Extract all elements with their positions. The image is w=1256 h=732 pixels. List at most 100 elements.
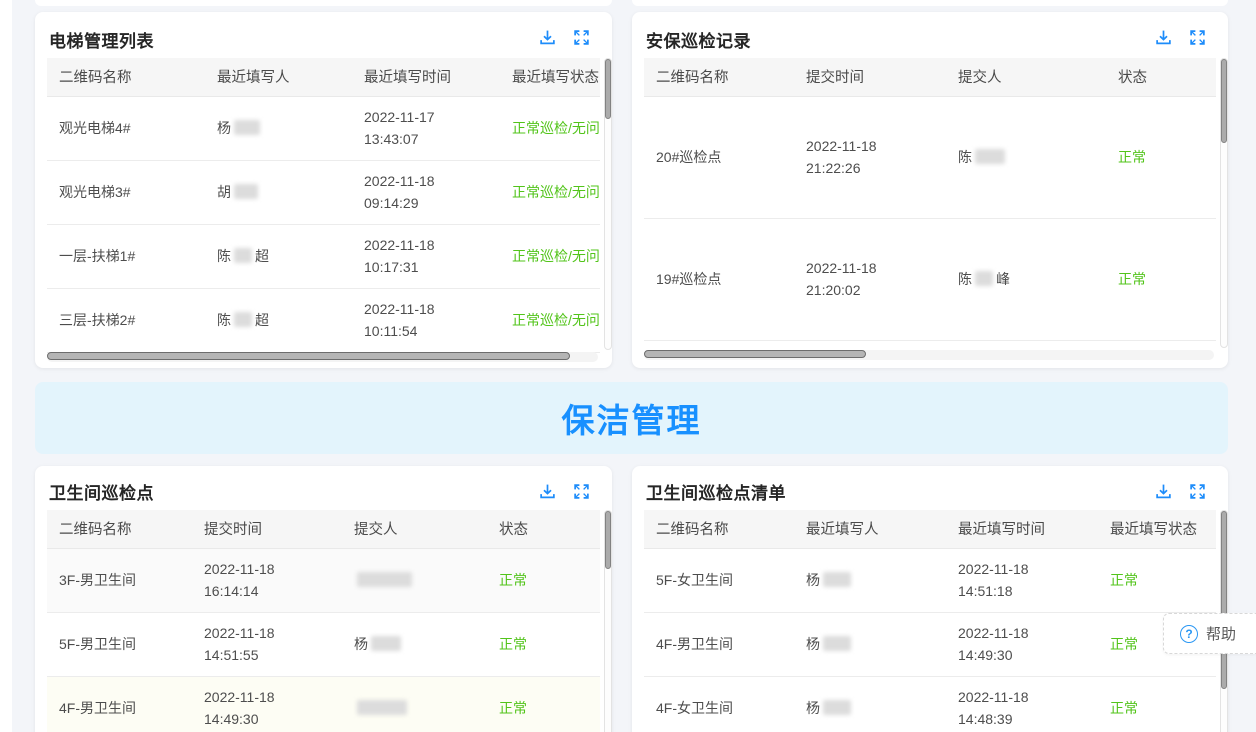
table-row[interactable]: 观光电梯4#杨2022-11-17 13:43:07正常巡检/无问题 <box>47 96 600 160</box>
table-cell: 2022-11-17 13:43:07 <box>352 96 500 160</box>
scrollbar-thumb[interactable] <box>644 350 866 358</box>
table-row[interactable]: 4F-男卫生间2022-11-18 14:49:30正常 <box>47 676 600 732</box>
scrollbar-thumb[interactable] <box>47 352 570 360</box>
dashboard-page: 电梯管理列表 二维码名称最近填写人最近填写时间最近填写状态 观光电梯4#杨202… <box>0 0 1256 732</box>
table-cell: 正常巡检/无问题 <box>500 96 600 160</box>
column-header: 最近填写时间 <box>352 58 500 96</box>
column-header: 最近填写状态 <box>500 58 600 96</box>
redacted-text <box>234 248 252 263</box>
table-cell: 4F-男卫生间 <box>47 676 192 732</box>
table-row[interactable]: 观光电梯3#胡2022-11-18 09:14:29正常巡检/无问题 <box>47 160 600 224</box>
panel-toilet-list: 卫生间巡检点清单 二维码名称最近填写人最近填写时间最近填写状态 5F-女卫生间杨… <box>632 466 1228 732</box>
table-header-row: 二维码名称最近填写人最近填写时间最近填写状态 <box>644 510 1216 548</box>
table-cell: 陈超 <box>205 224 352 288</box>
expand-icon[interactable] <box>1189 483 1206 500</box>
table-cell: 2022-11-18 16:14:14 <box>192 548 342 612</box>
table-cell: 陈 <box>946 96 1106 218</box>
help-button[interactable]: ? 帮助 <box>1163 613 1256 654</box>
table-cell: 正常巡检/无问题 <box>500 160 600 224</box>
redacted-text <box>823 636 851 651</box>
table-cell: 2022-11-18 10:17:31 <box>352 224 500 288</box>
table-cell: 3F-男卫生间 <box>47 548 192 612</box>
redacted-text <box>357 572 412 587</box>
table-cell: 5F-男卫生间 <box>47 612 192 676</box>
vertical-scrollbar[interactable] <box>1220 58 1228 348</box>
table-cell: 2022-11-18 14:48:39 <box>946 676 1098 732</box>
table-cell: 19#巡检点 <box>644 218 794 340</box>
table-cell: 正常 <box>1098 548 1216 612</box>
table-header-row: 二维码名称提交时间提交人状态 <box>47 510 600 548</box>
table-row[interactable]: 一层-扶梯1#陈超2022-11-18 10:17:31正常巡检/无问题 <box>47 224 600 288</box>
panel-title: 卫生间巡检点 <box>35 466 612 504</box>
download-icon[interactable] <box>1155 483 1172 500</box>
table-cell: 4F-女卫生间 <box>644 676 794 732</box>
help-button-label: 帮助 <box>1206 623 1236 644</box>
table-row[interactable]: 三层-扶梯2#陈超2022-11-18 10:11:54正常巡检/无问题 <box>47 288 600 352</box>
panel-toilet-points: 卫生间巡检点 二维码名称提交时间提交人状态 3F-男卫生间2022-11-18 … <box>35 466 612 732</box>
table-cell: 2022-11-18 14:51:18 <box>946 548 1098 612</box>
column-header: 最近填写人 <box>205 58 352 96</box>
redacted-text <box>234 184 258 199</box>
column-header: 提交时间 <box>192 510 342 548</box>
panel-title: 安保巡检记录 <box>632 12 1228 52</box>
scrollbar-thumb[interactable] <box>1221 511 1227 689</box>
table-cell: 2022-11-18 09:14:29 <box>352 160 500 224</box>
expand-icon[interactable] <box>1189 29 1206 46</box>
download-icon[interactable] <box>1155 29 1172 46</box>
vertical-scrollbar[interactable] <box>604 510 612 732</box>
scrollbar-thumb[interactable] <box>1221 59 1227 143</box>
table-cell: 观光电梯4# <box>47 96 205 160</box>
scrollbar-thumb[interactable] <box>605 59 611 119</box>
table-cell: 杨 <box>342 612 487 676</box>
table-cell: 正常巡检/无问题 <box>500 288 600 352</box>
table-cell: 正常 <box>1098 676 1216 732</box>
table-cell: 胡 <box>205 160 352 224</box>
table-cell: 三层-扶梯2# <box>47 288 205 352</box>
table-row[interactable]: 5F-女卫生间杨2022-11-18 14:51:18正常 <box>644 548 1216 612</box>
table-cell: 杨 <box>794 548 946 612</box>
table-cell: 2022-11-18 10:11:54 <box>352 288 500 352</box>
section-banner-cleaning: 保洁管理 <box>35 382 1228 454</box>
table-cell: 2022-11-18 14:49:30 <box>946 612 1098 676</box>
download-icon[interactable] <box>539 483 556 500</box>
column-header: 状态 <box>1106 58 1216 96</box>
download-icon[interactable] <box>539 29 556 46</box>
redacted-text <box>823 700 851 715</box>
redacted-text <box>234 120 260 135</box>
table-header-row: 二维码名称最近填写人最近填写时间最近填写状态 <box>47 58 600 96</box>
horizontal-scrollbar[interactable] <box>644 350 1214 360</box>
scrollbar-thumb[interactable] <box>605 511 611 569</box>
table-row[interactable]: 4F-男卫生间杨2022-11-18 14:49:30正常 <box>644 612 1216 676</box>
column-header: 二维码名称 <box>644 58 794 96</box>
table-cell: 2022-11-18 14:51:55 <box>192 612 342 676</box>
column-header: 提交人 <box>946 58 1106 96</box>
table-row[interactable]: 4F-女卫生间杨2022-11-18 14:48:39正常 <box>644 676 1216 732</box>
toilet-list-table: 二维码名称最近填写人最近填写时间最近填写状态 5F-女卫生间杨2022-11-1… <box>644 510 1216 732</box>
redacted-text <box>975 149 1005 164</box>
table-cell: 2022-11-18 14:49:30 <box>192 676 342 732</box>
column-header: 二维码名称 <box>47 58 205 96</box>
expand-icon[interactable] <box>573 483 590 500</box>
vertical-scrollbar[interactable] <box>604 58 612 350</box>
panel-above-left-edge <box>35 0 612 6</box>
table-cell <box>342 548 487 612</box>
table-header-row: 二维码名称提交时间提交人状态 <box>644 58 1216 96</box>
column-header: 提交人 <box>342 510 487 548</box>
horizontal-scrollbar[interactable] <box>47 352 598 362</box>
section-banner-title: 保洁管理 <box>562 394 702 442</box>
table-row[interactable]: 20#巡检点2022-11-18 21:22:26陈正常 <box>644 96 1216 218</box>
panel-security-records: 安保巡检记录 二维码名称提交时间提交人状态 20#巡检点2022-11-18 2… <box>632 12 1228 368</box>
column-header: 提交时间 <box>794 58 946 96</box>
table-row[interactable]: 3F-男卫生间2022-11-18 16:14:14正常 <box>47 548 600 612</box>
table-cell: 20#巡检点 <box>644 96 794 218</box>
table-cell: 正常巡检/无问题 <box>500 224 600 288</box>
expand-icon[interactable] <box>573 29 590 46</box>
table-cell: 正常 <box>1106 218 1216 340</box>
column-header: 最近填写时间 <box>946 510 1098 548</box>
table-cell: 陈峰 <box>946 218 1106 340</box>
table-row[interactable]: 5F-男卫生间2022-11-18 14:51:55杨正常 <box>47 612 600 676</box>
panel-title: 卫生间巡检点清单 <box>632 466 1228 504</box>
table-cell: 2022-11-18 21:22:26 <box>794 96 946 218</box>
panel-elevator-list: 电梯管理列表 二维码名称最近填写人最近填写时间最近填写状态 观光电梯4#杨202… <box>35 12 612 368</box>
table-row[interactable]: 19#巡检点2022-11-18 21:20:02陈峰正常 <box>644 218 1216 340</box>
